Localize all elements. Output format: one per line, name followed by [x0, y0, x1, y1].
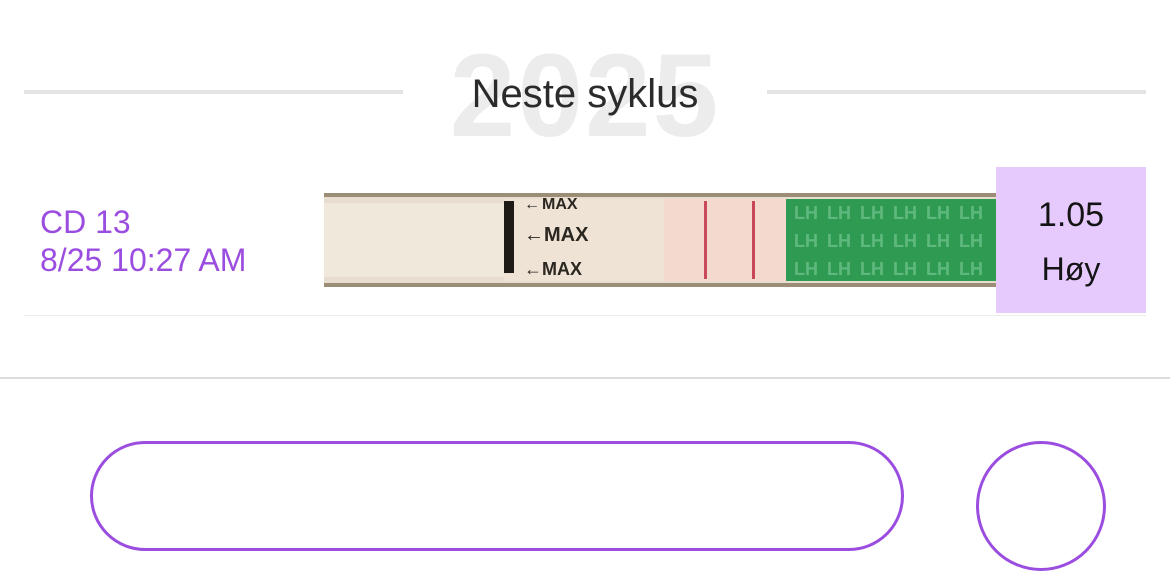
lh-brand-mark: LH — [926, 259, 950, 279]
max-marker-top-text: MAX — [542, 196, 578, 213]
cycle-section-header: 2025 Neste syklus — [0, 0, 1170, 190]
lh-brand-mark: LH — [959, 203, 983, 223]
lh-brand-mark: LH — [794, 203, 818, 223]
lh-brand-mark: LH — [893, 203, 917, 223]
lh-brand-mark: LH — [794, 259, 818, 279]
lh-brand-mark: LH — [959, 259, 983, 279]
cycle-day-label: CD 13 — [40, 204, 131, 240]
lh-brand-mark: LH — [860, 259, 884, 279]
lh-brand-mark: LH — [959, 231, 983, 251]
max-marker-top: ← — [524, 196, 540, 213]
lh-ratio-value: 1.05 — [1037, 196, 1105, 234]
secondary-round-button[interactable] — [976, 441, 1106, 571]
lh-brand-mark: LH — [893, 259, 917, 279]
max-marker-mid: ← — [524, 224, 544, 246]
max-marker-bottom-text: MAX — [542, 259, 582, 279]
lh-brand-mark: LH — [860, 231, 884, 251]
lh-brand-mark: LH — [827, 231, 851, 251]
lh-brand-mark: LH — [860, 203, 884, 223]
lh-brand-mark: LH — [926, 203, 950, 223]
section-divider — [0, 377, 1170, 379]
cycle-title: Neste syklus — [471, 72, 699, 116]
control-line — [704, 201, 707, 279]
lh-brand-mark: LH — [926, 231, 950, 251]
lh-brand-mark: LH — [827, 259, 851, 279]
row-divider — [24, 315, 1146, 316]
primary-action-button[interactable] — [90, 441, 904, 551]
lh-brand-mark: LH — [893, 231, 917, 251]
max-marker-mid-text: MAX — [544, 224, 589, 246]
lh-test-strip-photo[interactable]: ← MAX ← MAX ← MAX LH LH LH LH LH LH LH LH LH LH LH… — [324, 193, 996, 287]
lh-level-label: Høy — [1041, 251, 1101, 287]
test-datetime: 8/25 10:27 AM — [40, 242, 247, 278]
lh-brand-mark: LH — [827, 203, 851, 223]
lh-result-box[interactable]: 1.05 Høy — [996, 167, 1146, 313]
test-line — [752, 201, 755, 279]
lh-brand-mark: LH — [794, 231, 818, 251]
max-marker-bottom: ← — [524, 259, 542, 279]
test-meta[interactable]: CD 13 8/25 10:27 AM — [40, 203, 246, 279]
